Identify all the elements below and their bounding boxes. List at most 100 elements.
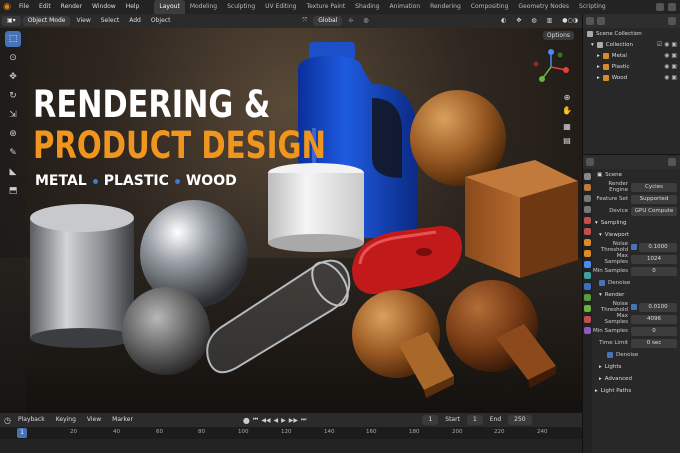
device-dropdown[interactable]: GPU Compute xyxy=(631,206,677,216)
expand-arrow-icon[interactable]: ▸ xyxy=(597,64,600,70)
tab-geometry-nodes[interactable]: Geometry Nodes xyxy=(513,0,574,14)
render-engine-dropdown[interactable]: Cycles xyxy=(631,182,677,192)
modifier-tab-icon[interactable] xyxy=(584,261,591,268)
outliner-editor-icon[interactable] xyxy=(586,17,594,25)
time-limit-field[interactable]: 0 sec xyxy=(631,338,677,348)
collapse-arrow-icon[interactable]: ▾ xyxy=(595,220,598,226)
expand-arrow-icon[interactable]: ▸ xyxy=(599,364,602,370)
view-layer-icon[interactable] xyxy=(668,3,676,11)
tool-tab-icon[interactable] xyxy=(584,173,591,180)
collection-tab-icon[interactable] xyxy=(584,239,591,246)
menu-window[interactable]: Window xyxy=(87,0,121,14)
denoise-checkbox[interactable] xyxy=(607,352,613,358)
start-frame-field[interactable]: 1 xyxy=(466,415,483,425)
data-tab-icon[interactable] xyxy=(584,305,591,312)
advanced-subsection[interactable]: ▸ Advanced xyxy=(593,373,680,385)
tab-shading[interactable]: Shading xyxy=(350,0,384,14)
collapse-arrow-icon[interactable]: ▾ xyxy=(599,232,602,238)
scale-icon[interactable]: ⇲ xyxy=(5,107,21,123)
annotate-icon[interactable]: ✎ xyxy=(5,145,21,161)
playhead[interactable]: 1 xyxy=(17,428,27,438)
menu-keying[interactable]: Keying xyxy=(52,414,80,426)
lights-subsection[interactable]: ▸ Lights xyxy=(593,361,680,373)
camera-icon[interactable]: ▣ xyxy=(671,63,677,70)
editor-type-icon[interactable]: ▣▾ xyxy=(2,16,21,26)
transform-orientation-icon[interactable]: ⤧ xyxy=(298,15,311,27)
grid-view-icon[interactable]: ▤ xyxy=(562,136,572,146)
next-keyframe-icon[interactable]: ▶▶ xyxy=(289,417,298,424)
constraints-tab-icon[interactable] xyxy=(584,294,591,301)
tab-modeling[interactable]: Modeling xyxy=(185,0,222,14)
particles-tab-icon[interactable] xyxy=(584,272,591,279)
viewport-noise-threshold-field[interactable]: 0.1000 xyxy=(639,242,677,252)
render-subsection[interactable]: ▾ Render xyxy=(593,289,680,301)
expand-arrow-icon[interactable]: ▸ xyxy=(597,53,600,59)
timeline-editor-icon[interactable]: ◷ xyxy=(4,416,11,425)
texture-tab-icon[interactable] xyxy=(584,327,591,334)
proportional-edit-icon[interactable]: ◎ xyxy=(359,15,372,27)
outliner-row-plastic[interactable]: ▸ Plastic ◉ ▣ xyxy=(583,61,680,72)
snap-icon[interactable]: ⊹ xyxy=(344,15,357,27)
render-max-samples-field[interactable]: 4096 xyxy=(631,314,677,324)
tab-sculpting[interactable]: Sculpting xyxy=(222,0,260,14)
camera-icon[interactable]: ▣ xyxy=(671,74,677,81)
record-icon[interactable]: ● xyxy=(243,416,250,425)
zoom-icon[interactable]: ⊕ xyxy=(562,93,572,103)
prev-keyframe-icon[interactable]: ◀◀ xyxy=(261,417,270,424)
end-frame-field[interactable]: 250 xyxy=(508,415,532,425)
menu-view[interactable]: View xyxy=(72,15,94,27)
properties-editor-icon[interactable] xyxy=(586,158,594,166)
orientation-selector[interactable]: Global xyxy=(313,16,343,26)
expand-arrow-icon[interactable]: ▸ xyxy=(595,388,598,394)
select-box-icon[interactable]: ⬚ xyxy=(5,31,21,47)
display-mode-icon[interactable] xyxy=(597,17,605,25)
viewport-subsection[interactable]: ▾ Viewport xyxy=(593,229,680,241)
render-min-samples-field[interactable]: 0 xyxy=(631,326,677,336)
pan-hand-icon[interactable]: ✋ xyxy=(562,106,572,116)
expand-arrow-icon[interactable]: ▸ xyxy=(599,376,602,382)
move-icon[interactable]: ✥ xyxy=(5,69,21,85)
denoise-checkbox[interactable] xyxy=(599,280,605,286)
outliner-row-metal[interactable]: ▸ Metal ◉ ▣ xyxy=(583,50,680,61)
tab-animation[interactable]: Animation xyxy=(385,0,426,14)
current-frame-field[interactable]: 1 xyxy=(422,415,439,425)
noise-threshold-checkbox[interactable] xyxy=(631,244,637,250)
render-tab-icon[interactable] xyxy=(584,184,591,191)
options-button[interactable]: Options xyxy=(542,31,574,40)
light-paths-section[interactable]: ▸ Light Paths xyxy=(593,385,680,397)
eye-icon[interactable]: ◉ xyxy=(664,41,669,48)
blender-logo-icon[interactable]: ◉ xyxy=(0,0,14,14)
outliner-row-scene-collection[interactable]: Scene Collection xyxy=(583,28,680,39)
camera-icon[interactable]: ▣ xyxy=(671,41,677,48)
view-layer-tab-icon[interactable] xyxy=(584,206,591,213)
collapse-arrow-icon[interactable]: ▾ xyxy=(599,292,602,298)
material-tab-icon[interactable] xyxy=(584,316,591,323)
eye-icon[interactable]: ◉ xyxy=(664,52,669,59)
menu-help[interactable]: Help xyxy=(121,0,145,14)
3d-viewport[interactable]: RENDERING & PRODUCT DESIGN METAL PLASTIC… xyxy=(0,28,582,413)
tab-rendering[interactable]: Rendering xyxy=(425,0,466,14)
frame-ruler[interactable]: 1 20 40 60 80 100 120 140 160 180 200 22… xyxy=(0,427,582,439)
navigation-gizmo[interactable] xyxy=(530,46,572,88)
physics-tab-icon[interactable] xyxy=(584,283,591,290)
play-icon[interactable]: ▶ xyxy=(281,417,286,424)
menu-render[interactable]: Render xyxy=(56,0,87,14)
feature-set-dropdown[interactable]: Supported xyxy=(631,194,677,204)
viewport-min-samples-field[interactable]: 0 xyxy=(631,266,677,276)
xray-toggle-icon[interactable]: ▥ xyxy=(543,15,557,27)
mode-selector[interactable]: Object Mode xyxy=(22,16,71,26)
expand-arrow-icon[interactable]: ▸ xyxy=(597,75,600,81)
shading-mode-icon[interactable]: ●○◑ xyxy=(558,15,582,27)
menu-object[interactable]: Object xyxy=(147,15,175,27)
cursor-icon[interactable]: ⊙ xyxy=(5,50,21,66)
eye-icon[interactable]: ◉ xyxy=(664,63,669,70)
gizmo-toggle-icon[interactable]: ✥ xyxy=(512,15,525,27)
viewport-max-samples-field[interactable]: 1024 xyxy=(631,254,677,264)
tab-compositing[interactable]: Compositing xyxy=(466,0,514,14)
world-tab-icon[interactable] xyxy=(584,228,591,235)
camera-view-icon[interactable]: ▦ xyxy=(562,122,572,132)
jump-start-icon[interactable]: ⏮ xyxy=(253,416,258,424)
transform-icon[interactable]: ⊛ xyxy=(5,126,21,142)
expand-arrow-icon[interactable]: ▾ xyxy=(591,42,594,48)
search-icon[interactable] xyxy=(668,158,676,166)
